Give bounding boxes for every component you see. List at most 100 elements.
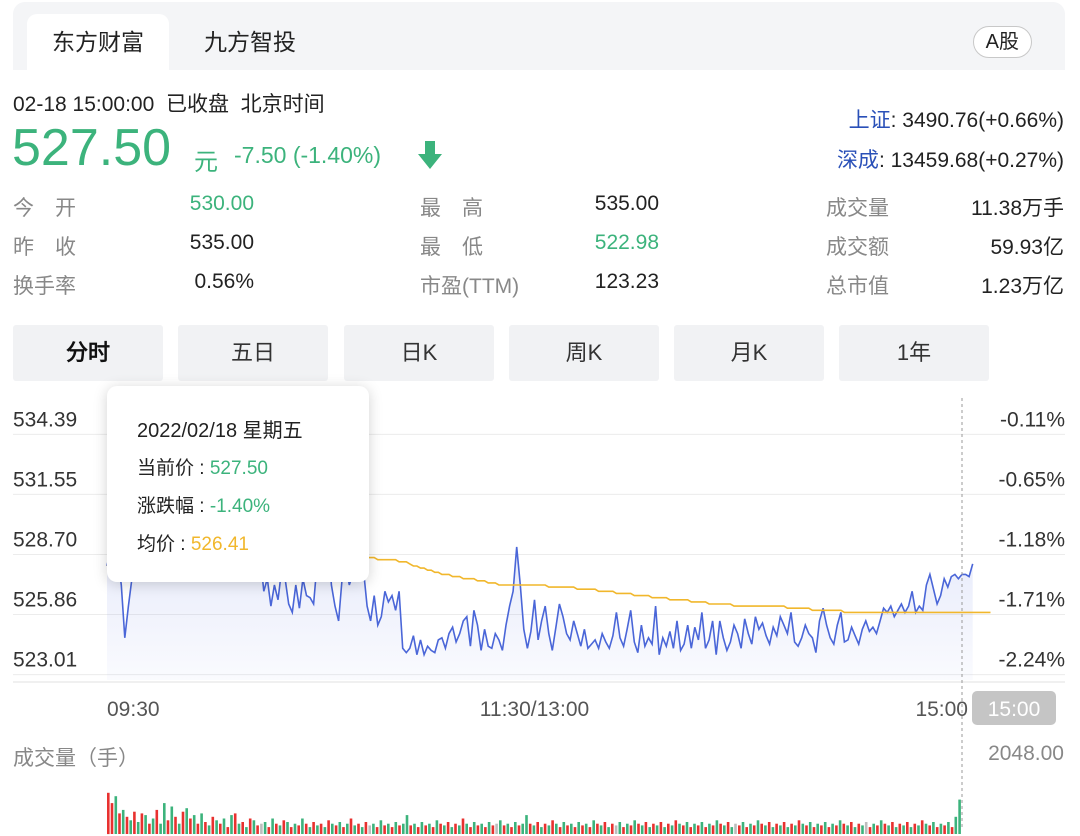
volume-bar — [891, 822, 894, 834]
volume-bar — [917, 825, 920, 834]
volume-bar — [622, 827, 625, 834]
volume-bar — [200, 813, 203, 834]
volume-bar — [316, 825, 319, 834]
volume-bar — [947, 822, 950, 834]
volume-bar — [360, 827, 364, 834]
volume-bar — [487, 822, 491, 834]
tooltip-price-row: 当前价 : 527.50 — [137, 453, 268, 480]
volume-bar — [756, 820, 760, 835]
volume-bar — [278, 825, 282, 834]
volume-bar — [476, 825, 480, 834]
volume-bar — [226, 827, 230, 834]
volume-bar — [233, 813, 237, 834]
volume-bar — [906, 822, 909, 834]
volume-bar — [928, 825, 931, 834]
volume-bar — [648, 827, 651, 834]
volume-bar — [379, 820, 383, 835]
volume-bar — [879, 820, 883, 835]
volume-bar — [409, 825, 412, 834]
volume-bar — [816, 823, 819, 834]
volume-bar — [592, 820, 595, 835]
volume-bar — [670, 825, 674, 834]
volume-bar — [682, 825, 685, 834]
volume-bar — [207, 825, 211, 834]
y-tick-label-left: 528.70 — [13, 529, 77, 552]
volume-bar — [372, 823, 375, 834]
volume-bar — [786, 827, 790, 834]
volume-bar — [323, 827, 327, 834]
volume-bar — [827, 827, 831, 834]
volume-bar — [222, 818, 226, 834]
volume-bar — [461, 818, 465, 834]
volume-bar — [902, 825, 905, 834]
volume-bar — [420, 822, 424, 834]
volume-label: 成交量（手） — [13, 747, 139, 770]
x-tick-label: 11:30/13:00 — [480, 698, 589, 721]
volume-bar — [189, 818, 192, 834]
y-tick-label-left: 534.39 — [13, 408, 77, 431]
volume-bar — [450, 827, 454, 834]
volume-bar — [909, 827, 913, 834]
volume-bar — [611, 823, 614, 834]
volume-bar — [514, 822, 517, 834]
volume-bar — [749, 823, 752, 834]
volume-bar — [558, 827, 562, 834]
chart-tooltip: 2022/02/18 星期五 当前价 : 527.50 涨跌幅 : -1.40%… — [107, 386, 369, 582]
volume-bar — [338, 822, 342, 834]
tooltip-avg-label: 均价 : — [137, 534, 191, 555]
volume-bar — [140, 813, 144, 834]
volume-bar — [215, 820, 218, 835]
volume-bar — [230, 815, 233, 834]
volume-bar — [327, 820, 330, 835]
volume-bar — [797, 820, 801, 835]
volume-bar — [868, 827, 872, 834]
volume-bar — [346, 823, 349, 834]
tooltip-avg-value: 526.41 — [190, 534, 249, 555]
volume-bar — [603, 822, 607, 834]
volume-bar — [125, 816, 129, 834]
x-tick-label: 15:00 — [915, 698, 968, 721]
volume-bar — [674, 820, 678, 835]
volume-bar — [398, 825, 401, 834]
volume-bar — [805, 825, 808, 834]
volume-bar — [614, 825, 618, 834]
volume-bar — [794, 825, 797, 834]
volume-bar — [170, 806, 174, 834]
volume-bar — [562, 822, 566, 834]
volume-bar — [163, 803, 166, 834]
volume-bar — [286, 822, 289, 834]
volume-bar — [301, 818, 304, 834]
volume-max-label: 2048.00 — [988, 742, 1064, 765]
y-tick-label-right: -0.65% — [998, 468, 1065, 491]
volume-bar — [950, 827, 954, 834]
volume-bar — [693, 823, 696, 834]
volume-bar — [368, 825, 371, 834]
volume-bar — [192, 815, 196, 834]
volume-bar — [738, 825, 741, 834]
volume-bar — [237, 823, 241, 834]
volume-bar — [282, 820, 286, 835]
volume-bar — [543, 823, 547, 834]
volume-bar — [181, 811, 185, 834]
volume-bar — [136, 822, 140, 834]
volume-bar — [584, 823, 588, 834]
volume-bar — [532, 825, 536, 834]
volume-bar — [405, 815, 409, 834]
volume-bar — [144, 815, 147, 834]
volume-bar — [663, 827, 666, 834]
volume-bar — [256, 825, 259, 834]
volume-bar — [219, 823, 222, 834]
volume-bar — [540, 827, 543, 834]
volume-bar — [506, 823, 510, 834]
volume-bar — [782, 822, 786, 834]
volume-bar — [357, 823, 360, 834]
volume-bar — [644, 822, 648, 834]
volume-bar — [767, 822, 771, 834]
volume-bar — [107, 792, 110, 835]
volume-bar — [248, 818, 252, 834]
volume-bar — [435, 820, 439, 835]
volume-bar — [715, 820, 719, 835]
volume-bar — [958, 799, 961, 834]
volume-bar — [607, 827, 610, 834]
volume-bar — [734, 823, 737, 834]
